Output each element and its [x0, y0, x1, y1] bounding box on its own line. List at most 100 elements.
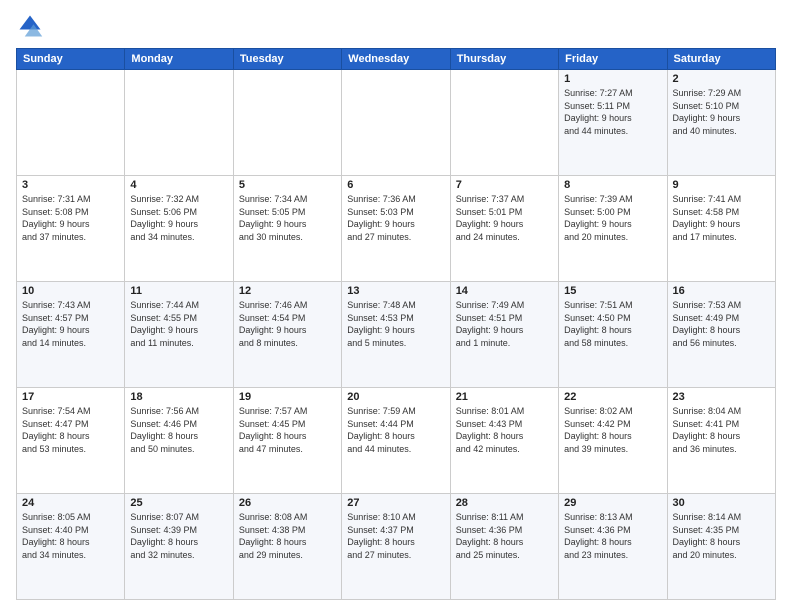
calendar-cell: 25 Sunrise: 8:07 AM Sunset: 4:39 PM Dayli… — [125, 494, 233, 600]
day-number: 10 — [22, 285, 119, 297]
day-number: 19 — [239, 391, 336, 403]
day-number: 14 — [456, 285, 553, 297]
day-info: Sunrise: 7:53 AM Sunset: 4:49 PM Dayligh… — [673, 299, 770, 349]
header-cell-monday: Monday — [125, 49, 233, 70]
day-info: Sunrise: 7:44 AM Sunset: 4:55 PM Dayligh… — [130, 299, 227, 349]
day-number: 20 — [347, 391, 444, 403]
calendar-cell: 22 Sunrise: 8:02 AM Sunset: 4:42 PM Dayli… — [559, 388, 667, 494]
calendar-cell: 16 Sunrise: 7:53 AM Sunset: 4:49 PM Dayli… — [667, 282, 775, 388]
day-number: 23 — [673, 391, 770, 403]
calendar-week-4: 17 Sunrise: 7:54 AM Sunset: 4:47 PM Dayli… — [17, 388, 776, 494]
day-info: Sunrise: 7:31 AM Sunset: 5:08 PM Dayligh… — [22, 193, 119, 243]
day-info: Sunrise: 8:05 AM Sunset: 4:40 PM Dayligh… — [22, 511, 119, 561]
calendar-cell: 28 Sunrise: 8:11 AM Sunset: 4:36 PM Dayli… — [450, 494, 558, 600]
day-info: Sunrise: 8:04 AM Sunset: 4:41 PM Dayligh… — [673, 405, 770, 455]
calendar-cell: 3 Sunrise: 7:31 AM Sunset: 5:08 PM Daylig… — [17, 176, 125, 282]
day-number: 26 — [239, 497, 336, 509]
calendar-week-3: 10 Sunrise: 7:43 AM Sunset: 4:57 PM Dayli… — [17, 282, 776, 388]
day-info: Sunrise: 7:41 AM Sunset: 4:58 PM Dayligh… — [673, 193, 770, 243]
logo — [16, 12, 48, 40]
calendar-week-1: 1Sunrise: 7:27 AM Sunset: 5:11 PM Daylig… — [17, 70, 776, 176]
calendar-body: 1Sunrise: 7:27 AM Sunset: 5:11 PM Daylig… — [17, 70, 776, 600]
calendar-cell — [450, 70, 558, 176]
calendar-cell: 21 Sunrise: 8:01 AM Sunset: 4:43 PM Dayli… — [450, 388, 558, 494]
calendar-cell: 5Sunrise: 7:34 AM Sunset: 5:05 PM Daylig… — [233, 176, 341, 282]
day-number: 22 — [564, 391, 661, 403]
calendar-cell: 13 Sunrise: 7:48 AM Sunset: 4:53 PM Dayli… — [342, 282, 450, 388]
day-number: 27 — [347, 497, 444, 509]
day-info: Sunrise: 8:10 AM Sunset: 4:37 PM Dayligh… — [347, 511, 444, 561]
calendar-cell: 17 Sunrise: 7:54 AM Sunset: 4:47 PM Dayli… — [17, 388, 125, 494]
calendar-cell — [125, 70, 233, 176]
day-number: 17 — [22, 391, 119, 403]
calendar-cell: 27 Sunrise: 8:10 AM Sunset: 4:37 PM Dayli… — [342, 494, 450, 600]
day-info: Sunrise: 7:39 AM Sunset: 5:00 PM Dayligh… — [564, 193, 661, 243]
calendar-cell: 7 Sunrise: 7:37 AM Sunset: 5:01 PM Daylig… — [450, 176, 558, 282]
calendar-cell: 26 Sunrise: 8:08 AM Sunset: 4:38 PM Dayli… — [233, 494, 341, 600]
day-info: Sunrise: 7:48 AM Sunset: 4:53 PM Dayligh… — [347, 299, 444, 349]
header-cell-friday: Friday — [559, 49, 667, 70]
day-number: 30 — [673, 497, 770, 509]
day-info: Sunrise: 7:54 AM Sunset: 4:47 PM Dayligh… — [22, 405, 119, 455]
day-number: 15 — [564, 285, 661, 297]
day-info: Sunrise: 7:32 AM Sunset: 5:06 PM Dayligh… — [130, 193, 227, 243]
day-number: 21 — [456, 391, 553, 403]
calendar-cell: 2 Sunrise: 7:29 AM Sunset: 5:10 PM Daylig… — [667, 70, 775, 176]
day-number: 16 — [673, 285, 770, 297]
calendar-cell: 6Sunrise: 7:36 AM Sunset: 5:03 PM Daylig… — [342, 176, 450, 282]
calendar-table: SundayMondayTuesdayWednesdayThursdayFrid… — [16, 48, 776, 600]
header-cell-thursday: Thursday — [450, 49, 558, 70]
day-info: Sunrise: 7:57 AM Sunset: 4:45 PM Dayligh… — [239, 405, 336, 455]
day-number: 9 — [673, 179, 770, 191]
calendar-cell: 19 Sunrise: 7:57 AM Sunset: 4:45 PM Dayli… — [233, 388, 341, 494]
day-info: Sunrise: 7:37 AM Sunset: 5:01 PM Dayligh… — [456, 193, 553, 243]
day-number: 29 — [564, 497, 661, 509]
day-number: 2 — [673, 73, 770, 85]
day-info: Sunrise: 8:08 AM Sunset: 4:38 PM Dayligh… — [239, 511, 336, 561]
day-info: Sunrise: 8:13 AM Sunset: 4:36 PM Dayligh… — [564, 511, 661, 561]
calendar-cell: 9 Sunrise: 7:41 AM Sunset: 4:58 PM Daylig… — [667, 176, 775, 282]
calendar-cell: 20Sunrise: 7:59 AM Sunset: 4:44 PM Dayli… — [342, 388, 450, 494]
day-info: Sunrise: 8:01 AM Sunset: 4:43 PM Dayligh… — [456, 405, 553, 455]
day-info: Sunrise: 7:46 AM Sunset: 4:54 PM Dayligh… — [239, 299, 336, 349]
day-info: Sunrise: 7:29 AM Sunset: 5:10 PM Dayligh… — [673, 87, 770, 137]
header-cell-sunday: Sunday — [17, 49, 125, 70]
header-cell-saturday: Saturday — [667, 49, 775, 70]
day-number: 3 — [22, 179, 119, 191]
calendar-cell — [342, 70, 450, 176]
day-number: 24 — [22, 497, 119, 509]
day-number: 7 — [456, 179, 553, 191]
calendar-header: SundayMondayTuesdayWednesdayThursdayFrid… — [17, 49, 776, 70]
day-info: Sunrise: 7:51 AM Sunset: 4:50 PM Dayligh… — [564, 299, 661, 349]
calendar-cell: 4Sunrise: 7:32 AM Sunset: 5:06 PM Daylig… — [125, 176, 233, 282]
day-info: Sunrise: 8:14 AM Sunset: 4:35 PM Dayligh… — [673, 511, 770, 561]
calendar-cell: 23 Sunrise: 8:04 AM Sunset: 4:41 PM Dayli… — [667, 388, 775, 494]
calendar-cell: 30 Sunrise: 8:14 AM Sunset: 4:35 PM Dayli… — [667, 494, 775, 600]
day-info: Sunrise: 7:43 AM Sunset: 4:57 PM Dayligh… — [22, 299, 119, 349]
day-info: Sunrise: 8:07 AM Sunset: 4:39 PM Dayligh… — [130, 511, 227, 561]
header — [16, 12, 776, 40]
day-info: Sunrise: 7:34 AM Sunset: 5:05 PM Dayligh… — [239, 193, 336, 243]
day-number: 12 — [239, 285, 336, 297]
day-number: 25 — [130, 497, 227, 509]
day-info: Sunrise: 7:56 AM Sunset: 4:46 PM Dayligh… — [130, 405, 227, 455]
day-info: Sunrise: 7:27 AM Sunset: 5:11 PM Dayligh… — [564, 87, 661, 137]
calendar-week-2: 3 Sunrise: 7:31 AM Sunset: 5:08 PM Daylig… — [17, 176, 776, 282]
calendar-cell: 11Sunrise: 7:44 AM Sunset: 4:55 PM Dayli… — [125, 282, 233, 388]
calendar-cell: 15 Sunrise: 7:51 AM Sunset: 4:50 PM Dayli… — [559, 282, 667, 388]
calendar-cell — [17, 70, 125, 176]
header-cell-tuesday: Tuesday — [233, 49, 341, 70]
day-number: 28 — [456, 497, 553, 509]
day-info: Sunrise: 8:11 AM Sunset: 4:36 PM Dayligh… — [456, 511, 553, 561]
day-number: 13 — [347, 285, 444, 297]
day-number: 18 — [130, 391, 227, 403]
calendar-cell: 10 Sunrise: 7:43 AM Sunset: 4:57 PM Dayli… — [17, 282, 125, 388]
calendar-cell: 18 Sunrise: 7:56 AM Sunset: 4:46 PM Dayli… — [125, 388, 233, 494]
calendar-cell: 8Sunrise: 7:39 AM Sunset: 5:00 PM Daylig… — [559, 176, 667, 282]
header-row: SundayMondayTuesdayWednesdayThursdayFrid… — [17, 49, 776, 70]
header-cell-wednesday: Wednesday — [342, 49, 450, 70]
calendar-cell: 24 Sunrise: 8:05 AM Sunset: 4:40 PM Dayli… — [17, 494, 125, 600]
calendar-cell — [233, 70, 341, 176]
day-info: Sunrise: 8:02 AM Sunset: 4:42 PM Dayligh… — [564, 405, 661, 455]
calendar-cell: 29 Sunrise: 8:13 AM Sunset: 4:36 PM Dayli… — [559, 494, 667, 600]
